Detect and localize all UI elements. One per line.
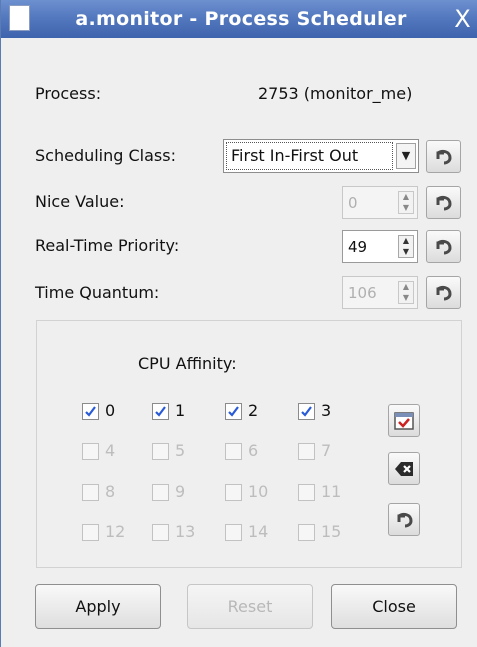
time-quantum-spinbox: 106 ▲ ▼	[342, 276, 418, 309]
reset-time-quantum-button[interactable]	[426, 276, 461, 309]
checkmark-icon	[85, 406, 96, 417]
cpu-checkbox-label: 5	[175, 441, 186, 460]
cpu-affinity-title: CPU Affinity:	[138, 354, 237, 373]
cpu-checkbox	[82, 484, 99, 501]
cpu-checkbox-label: 13	[175, 522, 196, 541]
time-quantum-label: Time Quantum:	[35, 283, 160, 302]
scheduling-class-label: Scheduling Class:	[35, 146, 176, 165]
cpu-checkbox-label: 3	[321, 401, 332, 420]
chevron-down-icon[interactable]: ▼	[396, 143, 416, 169]
cpu-checkbox	[152, 524, 169, 541]
backspace-clear-icon	[395, 462, 413, 476]
cpu-checkbox-label: 11	[321, 482, 342, 501]
realtime-priority-spinbox[interactable]: 49 ▲ ▼	[342, 230, 418, 263]
reset-scheduling-class-button[interactable]	[426, 140, 461, 173]
process-label: Process:	[35, 84, 102, 103]
process-scheduler-window: a.monitor - Process Scheduler X Process:…	[0, 0, 477, 647]
checkmark-icon	[301, 406, 312, 417]
realtime-priority-stepper[interactable]: ▲ ▼	[398, 235, 414, 258]
cpu-checkbox[interactable]	[152, 403, 169, 420]
cpu-checkbox-label: 0	[105, 401, 116, 420]
nice-value-value: 0	[348, 194, 358, 212]
cpu-checkbox	[82, 443, 99, 460]
cpu-checkbox-label: 14	[248, 522, 269, 541]
spin-down-icon: ▼	[402, 293, 410, 302]
realtime-priority-value[interactable]: 49	[348, 237, 367, 257]
cpu-checkbox	[225, 443, 242, 460]
time-quantum-value: 106	[348, 284, 377, 302]
spin-up-icon: ▲	[402, 282, 410, 291]
cpu-checkbox-label: 6	[248, 441, 259, 460]
cpu-checkbox-label: 4	[105, 441, 116, 460]
cpu-checkbox	[298, 524, 315, 541]
close-window-button[interactable]: X	[447, 3, 477, 35]
cpu-checkbox-label: 12	[105, 522, 126, 541]
undo-arrow-icon	[397, 512, 413, 528]
cpu-affinity-frame: CPU Affinity: 0 1 2 3 4 5 6 7 8 9 10 11 12 13 14 15	[36, 320, 462, 568]
cpu-checkbox-label: 7	[321, 441, 332, 460]
checkmark-icon	[155, 406, 166, 417]
cpu-checkbox-label: 9	[175, 482, 186, 501]
cpu-checkbox-label: 1	[175, 401, 186, 420]
cpu-checkbox[interactable]	[225, 403, 242, 420]
cpu-checkbox[interactable]	[82, 403, 99, 420]
cpu-checkbox	[152, 443, 169, 460]
process-value: 2753 (monitor_me)	[258, 84, 413, 103]
spin-down-icon: ▼	[402, 203, 410, 212]
cpu-checkbox	[152, 484, 169, 501]
spin-down-icon[interactable]: ▼	[399, 247, 413, 257]
reset-nice-value-button[interactable]	[426, 186, 461, 219]
window-title: a.monitor - Process Scheduler	[75, 8, 407, 30]
undo-arrow-icon	[436, 239, 452, 255]
undo-arrow-icon	[436, 285, 452, 301]
reset-button[interactable]: Reset	[187, 584, 313, 629]
reset-realtime-priority-button[interactable]	[426, 230, 461, 263]
cpu-checkbox	[225, 524, 242, 541]
apply-button[interactable]: Apply	[35, 584, 161, 629]
scheduling-class-value: First In-First Out	[226, 142, 393, 170]
clear-cpus-button[interactable]	[388, 452, 420, 485]
cpu-checkbox-label: 10	[248, 482, 269, 501]
select-all-icon	[394, 412, 414, 430]
title-bar[interactable]: a.monitor - Process Scheduler X	[1, 0, 477, 38]
realtime-priority-label: Real-Time Priority:	[35, 236, 180, 255]
undo-arrow-icon	[436, 149, 452, 165]
undo-arrow-icon	[436, 195, 452, 211]
select-all-cpus-button[interactable]	[388, 404, 420, 437]
spin-up-icon: ▲	[402, 192, 410, 201]
close-button[interactable]: Close	[331, 584, 457, 629]
time-quantum-stepper: ▲ ▼	[398, 281, 414, 304]
cpu-checkbox[interactable]	[298, 403, 315, 420]
cpu-checkbox-label: 15	[321, 522, 342, 541]
cpu-checkbox	[82, 524, 99, 541]
cpu-checkbox-label: 2	[248, 401, 259, 420]
checkmark-icon	[228, 406, 239, 417]
spin-up-icon[interactable]: ▲	[399, 236, 413, 246]
cpu-checkbox-label: 8	[105, 482, 116, 501]
nice-value-label: Nice Value:	[35, 192, 125, 211]
nice-value-stepper: ▲ ▼	[398, 191, 414, 214]
cpu-checkbox	[298, 484, 315, 501]
cpu-checkbox	[225, 484, 242, 501]
nice-value-spinbox: 0 ▲ ▼	[342, 186, 418, 219]
cpu-checkbox	[298, 443, 315, 460]
document-icon[interactable]	[9, 5, 30, 31]
scheduling-class-select[interactable]: First In-First Out ▼	[223, 139, 419, 173]
reset-cpu-affinity-button[interactable]	[388, 503, 420, 536]
